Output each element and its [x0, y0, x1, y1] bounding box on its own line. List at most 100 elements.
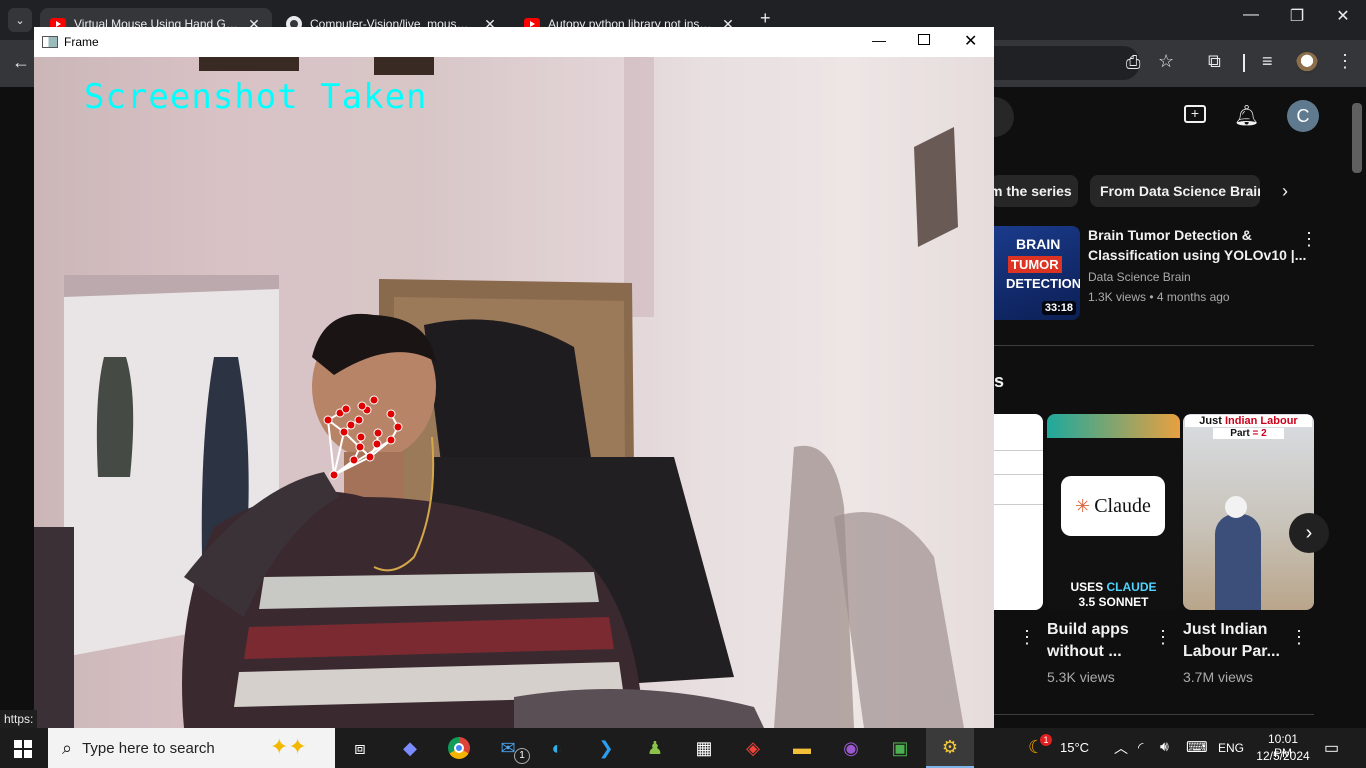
extensions-icon[interactable]: ⧉: [1208, 51, 1221, 72]
frame-window: Frame — ✕ Screenshot Taken: [34, 27, 994, 728]
video-thumbnail[interactable]: BRAIN TUMOR DETECTION 33:18: [994, 226, 1080, 320]
copilot-icon[interactable]: ◆: [396, 736, 424, 760]
short-title[interactable]: Labour Par...: [1183, 643, 1280, 661]
store-icon[interactable]: ▦: [690, 736, 718, 760]
short-views: 5.3K views: [1047, 669, 1115, 685]
thumb-person: [1215, 514, 1261, 610]
media-control-icon[interactable]: ≡: [1262, 51, 1273, 72]
python-taskbar-active[interactable]: ⚙: [926, 728, 974, 768]
short-title[interactable]: Build apps: [1047, 621, 1129, 639]
search-highlight-icon: ✦✦: [270, 734, 307, 759]
windows-taskbar: ⌕ Type here to search ✦✦ ⧈ ◆ ✉ 1 ◐ ❯ ♟ ▦…: [0, 728, 1366, 768]
yt-voice-search-button[interactable]: [994, 97, 1014, 137]
language-indicator[interactable]: ENG: [1218, 741, 1244, 755]
short-views: 3.7M views: [1183, 669, 1254, 685]
thumb-caption: Just: [1199, 415, 1222, 427]
video-meta: 1.3K views • 4 months ago: [1088, 290, 1230, 304]
duration-badge: 33:18: [1041, 301, 1076, 315]
frame-titlebar[interactable]: Frame — ✕: [34, 27, 994, 57]
weather-badge: 1: [1040, 734, 1052, 746]
frame-minimize-icon[interactable]: —: [872, 32, 886, 48]
keyboard-icon[interactable]: ⌨: [1186, 738, 1208, 756]
temperature[interactable]: 15°C: [1060, 740, 1089, 755]
short-title[interactable]: Just Indian: [1183, 621, 1267, 639]
vscode-icon[interactable]: ❯: [592, 736, 620, 760]
short-more-icon[interactable]: ⋮: [1154, 627, 1172, 648]
youtube-page: + 🔔︎ C m the series From Data Science Br…: [994, 87, 1366, 728]
hand-landmarks: [323, 395, 403, 480]
thumb-text: DETECTION: [1006, 276, 1080, 291]
chips-next-icon[interactable]: ›: [1282, 181, 1288, 202]
tor-browser-icon[interactable]: ◉: [837, 736, 865, 760]
taskbar-search-box[interactable]: ⌕ Type here to search ✦✦: [48, 728, 335, 768]
channel-name[interactable]: Data Science Brain: [1088, 270, 1191, 284]
thumb-caption: Labour: [1260, 415, 1298, 427]
chess-icon[interactable]: ♟: [641, 736, 669, 760]
python-icon: ⚙: [941, 736, 959, 757]
create-video-icon[interactable]: +: [1184, 105, 1206, 123]
network-icon[interactable]: ◜: [1138, 739, 1143, 756]
new-tab-button[interactable]: +: [760, 8, 771, 29]
bookmark-star-icon[interactable]: ☆: [1158, 51, 1174, 72]
section-heading: s: [994, 371, 1005, 391]
thumb-caption: = 2: [1252, 428, 1267, 439]
overlay-status-text: Screenshot Taken: [84, 77, 428, 117]
toolbar-divider: [1243, 54, 1245, 72]
divider: [994, 345, 1314, 346]
chrome-menu-icon[interactable]: ⋮: [1336, 51, 1354, 72]
more-options-icon[interactable]: ⋮: [1300, 229, 1318, 250]
short-more-icon[interactable]: ⋮: [1290, 627, 1308, 648]
edge-icon[interactable]: ◐: [543, 736, 571, 760]
clock-date[interactable]: 12/5/2024: [1254, 749, 1312, 763]
search-placeholder: Type here to search: [82, 739, 215, 757]
video-title[interactable]: Classification using YOLOv10 |...: [1088, 247, 1306, 263]
notification-center-icon[interactable]: ▭: [1324, 738, 1339, 758]
search-icon: ⌕: [62, 737, 73, 758]
restore-icon[interactable]: ❐: [1274, 6, 1320, 26]
anydesk-icon[interactable]: ◈: [739, 736, 767, 760]
divider: [994, 714, 1314, 715]
short-thumbnail[interactable]: ✳ Claude USES CLAUDE 3.5 SONNET: [1047, 414, 1180, 610]
scrollbar[interactable]: [1352, 103, 1362, 173]
thumb-caption: Part: [1230, 428, 1250, 439]
chrome-taskbar-icon[interactable]: [445, 736, 473, 760]
mail-badge: 1: [514, 748, 530, 764]
show-hidden-icons[interactable]: ︿: [1114, 738, 1128, 758]
filter-chip[interactable]: From Data Science Brain: [1090, 175, 1260, 207]
frame-maximize-icon[interactable]: [918, 34, 930, 45]
tab-search-button[interactable]: ⌄: [8, 8, 32, 32]
thumb-text: BRAIN: [1016, 236, 1061, 252]
shorts-next-button[interactable]: ›: [1289, 513, 1329, 553]
frame-title: Frame: [64, 35, 99, 49]
file-explorer-icon[interactable]: ▬: [788, 736, 816, 760]
short-title[interactable]: without ...: [1047, 643, 1122, 661]
volume-icon[interactable]: 🔊︎: [1160, 738, 1169, 755]
claude-logo: ✳ Claude: [1061, 476, 1165, 536]
short-thumbnail[interactable]: Just Indian Labour Part = 2: [1183, 414, 1314, 610]
filter-chip[interactable]: m the series: [994, 175, 1078, 207]
android-studio-icon[interactable]: ▣: [886, 736, 914, 760]
task-view-icon[interactable]: ⧈: [346, 736, 374, 760]
windows-start-icon[interactable]: [14, 740, 32, 758]
webcam-feed: Screenshot Taken: [34, 57, 994, 728]
address-bar[interactable]: [990, 46, 1140, 80]
claude-spark-icon: ✳: [1075, 495, 1091, 516]
short-thumbnail[interactable]: [994, 414, 1043, 610]
notifications-bell-icon[interactable]: 🔔︎: [1234, 103, 1259, 128]
thumb-brand: Claude: [1094, 494, 1151, 517]
install-app-icon[interactable]: ⎙: [1126, 52, 1140, 73]
close-window-icon[interactable]: ✕: [1320, 6, 1366, 26]
back-arrow-icon[interactable]: ←: [12, 52, 30, 73]
thumb-caption: Indian: [1224, 415, 1258, 427]
minimize-icon[interactable]: —: [1228, 6, 1274, 24]
thumb-caption: CLAUDE: [1106, 580, 1157, 594]
thumb-caption: USES: [1070, 580, 1104, 594]
frame-close-icon[interactable]: ✕: [964, 31, 977, 51]
thumb-person-head: [1225, 496, 1247, 518]
thumb-text: TUMOR: [1008, 256, 1062, 273]
video-title[interactable]: Brain Tumor Detection &: [1088, 227, 1252, 243]
yt-avatar[interactable]: C: [1287, 100, 1319, 132]
short-more-icon[interactable]: ⋮: [1018, 627, 1036, 648]
profile-avatar[interactable]: [1296, 52, 1318, 74]
status-bubble: https:: [0, 710, 38, 728]
